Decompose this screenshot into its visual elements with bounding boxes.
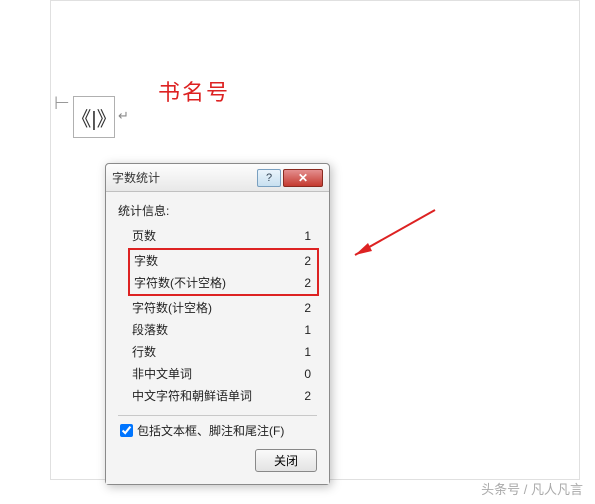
bracket-symbol: 《|》 (71, 103, 116, 132)
annotation-label: 书名号 (158, 75, 230, 107)
stats-label: 行数 (132, 343, 156, 361)
include-checkbox-row[interactable]: 包括文本框、脚注和尾注(F) (118, 422, 317, 439)
stats-row-chars-space: 字符数(计空格) 2 (118, 297, 317, 319)
stats-label: 页数 (132, 227, 156, 245)
dialog-title: 字数统计 (112, 169, 257, 186)
stats-value: 1 (304, 343, 317, 361)
stats-value: 2 (304, 387, 317, 405)
button-row: 关闭 (118, 439, 317, 472)
stats-header: 统计信息: (118, 202, 317, 219)
word-count-dialog: 字数统计 ? ✕ 统计信息: 页数 1 字数 2 字符数(不计空格) 2 字符数… (105, 163, 330, 485)
dialog-body: 统计信息: 页数 1 字数 2 字符数(不计空格) 2 字符数(计空格) 2 段… (106, 192, 329, 484)
checkbox-label: 包括文本框、脚注和尾注(F) (137, 422, 284, 439)
stats-value: 0 (304, 365, 317, 383)
stats-value: 2 (304, 299, 317, 317)
stats-label: 非中文单词 (132, 365, 192, 383)
stats-row-chars-nospace: 字符数(不计空格) 2 (130, 272, 317, 294)
watermark: 头条号 / 凡人凡言 (481, 479, 583, 498)
bracket-symbol-box: 《|》 (73, 96, 115, 138)
stats-row-words: 字数 2 (130, 250, 317, 272)
highlight-box: 字数 2 字符数(不计空格) 2 (128, 248, 319, 296)
close-button[interactable]: ✕ (283, 169, 323, 187)
stats-label: 字数 (134, 252, 158, 270)
stats-row-lines: 行数 1 (118, 341, 317, 363)
stats-label: 字符数(计空格) (132, 299, 212, 317)
dialog-titlebar[interactable]: 字数统计 ? ✕ (106, 164, 329, 192)
stats-label: 中文字符和朝鲜语单词 (132, 387, 252, 405)
stats-value: 2 (304, 274, 317, 292)
stats-value: 2 (304, 252, 317, 270)
stats-row-cjk: 中文字符和朝鲜语单词 2 (118, 385, 317, 407)
stats-label: 段落数 (132, 321, 168, 339)
stats-row-noncjk: 非中文单词 0 (118, 363, 317, 385)
cursor-mark: ⊢ (54, 93, 70, 114)
divider (118, 415, 317, 416)
stats-row-paragraphs: 段落数 1 (118, 319, 317, 341)
help-button[interactable]: ? (257, 169, 281, 187)
include-checkbox[interactable] (120, 424, 133, 437)
stats-value: 1 (304, 321, 317, 339)
stats-label: 字符数(不计空格) (134, 274, 226, 292)
stats-row-pages: 页数 1 (118, 225, 317, 247)
stats-value: 1 (304, 227, 317, 245)
close-dialog-button[interactable]: 关闭 (255, 449, 317, 472)
paragraph-mark: ↵ (118, 108, 129, 124)
